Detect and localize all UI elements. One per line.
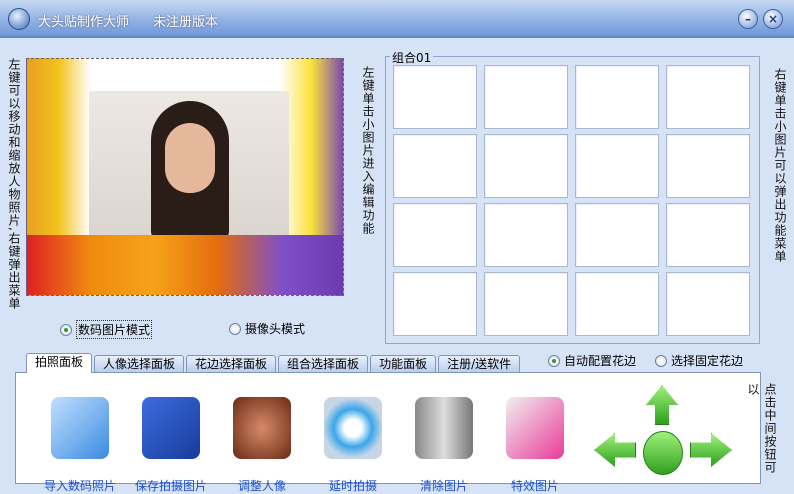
tool-label: 延时拍摄 bbox=[328, 479, 377, 493]
combo-thumbnail-slot[interactable] bbox=[575, 272, 659, 336]
floppy-disk-icon bbox=[142, 397, 200, 459]
compass-icon bbox=[324, 397, 382, 459]
tool-button[interactable]: 延时拍摄 bbox=[311, 397, 395, 494]
combo-thumbnail-slot[interactable] bbox=[484, 65, 568, 129]
radio-camera-mode[interactable]: 摄像头模式 bbox=[229, 320, 305, 337]
radio-icon bbox=[548, 354, 560, 367]
photo-canvas[interactable] bbox=[26, 58, 344, 296]
combo-thumbnail-slot[interactable] bbox=[393, 65, 477, 129]
tool-label: 清除图片 bbox=[419, 479, 468, 493]
title-bar: 大头贴制作大师 未注册版本 – × bbox=[0, 0, 794, 38]
radio-icon bbox=[655, 354, 667, 367]
combo-thumbnail-slot[interactable] bbox=[575, 203, 659, 267]
radio-auto-border[interactable]: 自动配置花边 bbox=[548, 352, 636, 369]
group-label: 组合01 bbox=[390, 49, 434, 66]
camera-photo-icon bbox=[51, 397, 109, 459]
hint-bottom-right: 点击中间按钮可以 bbox=[746, 383, 777, 474]
arrow-up-icon[interactable] bbox=[646, 385, 678, 425]
radio-digital-mode[interactable]: 数码图片模式 bbox=[60, 320, 153, 339]
combo-thumbnail-slot[interactable] bbox=[393, 134, 477, 198]
tool-button[interactable]: 导入数码照片 bbox=[38, 397, 122, 494]
arrow-left-icon[interactable] bbox=[594, 433, 636, 467]
hint-middle: 左键单击小图片进入编辑功能 bbox=[361, 66, 375, 235]
tool-button[interactable]: 调整人像 bbox=[220, 397, 304, 494]
tab-2[interactable]: 花边选择面板 bbox=[186, 355, 277, 373]
portrait-icon bbox=[233, 397, 291, 459]
hint-right: 右键单击小图片可以弹出功能菜单 bbox=[773, 68, 787, 263]
radio-label: 摄像头模式 bbox=[245, 322, 306, 336]
effects-jar-icon bbox=[506, 397, 564, 459]
combo-thumbnail-slot[interactable] bbox=[575, 65, 659, 129]
combo-group: 组合01 bbox=[385, 49, 760, 344]
combo-thumbnail-slot[interactable] bbox=[393, 203, 477, 267]
radio-label: 数码图片模式 bbox=[76, 320, 153, 339]
center-button[interactable] bbox=[643, 431, 683, 475]
tool-button[interactable]: 保存拍摄图片 bbox=[129, 397, 213, 494]
tab-0[interactable]: 拍照面板 bbox=[26, 353, 93, 373]
hint-left: 左键可以移动和缩放人物照片,右键弹出菜单 bbox=[7, 58, 21, 310]
combo-thumbnail-slot[interactable] bbox=[666, 272, 750, 336]
minimize-button[interactable]: – bbox=[738, 9, 758, 29]
tab-3[interactable]: 组合选择面板 bbox=[278, 355, 369, 373]
combo-thumbnail-slot[interactable] bbox=[666, 65, 750, 129]
photo-panel: 导入数码照片 保存拍摄图片 调整人像 延时拍摄 清除图片 特效图片 点击中间按钮可以 bbox=[15, 372, 777, 493]
tab-5[interactable]: 注册/送软件 bbox=[438, 355, 521, 373]
registration-status: 未注册版本 bbox=[153, 15, 219, 30]
combo-thumbnail-slot[interactable] bbox=[666, 134, 750, 198]
tool-button[interactable]: 特效图片 bbox=[493, 397, 577, 494]
radio-label: 自动配置花边 bbox=[564, 354, 637, 368]
arrow-right-icon[interactable] bbox=[690, 433, 732, 467]
tab-4[interactable]: 功能面板 bbox=[370, 355, 437, 373]
radio-fixed-border[interactable]: 选择固定花边 bbox=[655, 352, 743, 369]
radio-icon bbox=[229, 322, 241, 335]
tool-label: 调整人像 bbox=[237, 479, 286, 493]
radio-icon bbox=[60, 323, 72, 336]
tool-button[interactable]: 清除图片 bbox=[402, 397, 486, 494]
app-icon[interactable] bbox=[8, 8, 30, 30]
tool-label: 导入数码照片 bbox=[43, 479, 116, 493]
combo-thumbnail-slot[interactable] bbox=[484, 134, 568, 198]
combo-thumbnail-slot[interactable] bbox=[575, 134, 659, 198]
fruit-border-frame bbox=[27, 235, 343, 295]
tab-1[interactable]: 人像选择面板 bbox=[94, 355, 185, 373]
tool-label: 特效图片 bbox=[510, 479, 559, 493]
combo-thumbnail-slot[interactable] bbox=[666, 203, 750, 267]
radio-label: 选择固定花边 bbox=[671, 354, 744, 368]
trash-bin-icon bbox=[415, 397, 473, 459]
combo-thumbnail-slot[interactable] bbox=[393, 272, 477, 336]
combo-thumbnail-slot[interactable] bbox=[484, 272, 568, 336]
window-title: 大头贴制作大师 bbox=[38, 15, 130, 30]
close-button[interactable]: × bbox=[763, 9, 783, 29]
combo-thumbnail-slot[interactable] bbox=[484, 203, 568, 267]
tool-label: 保存拍摄图片 bbox=[134, 479, 207, 493]
